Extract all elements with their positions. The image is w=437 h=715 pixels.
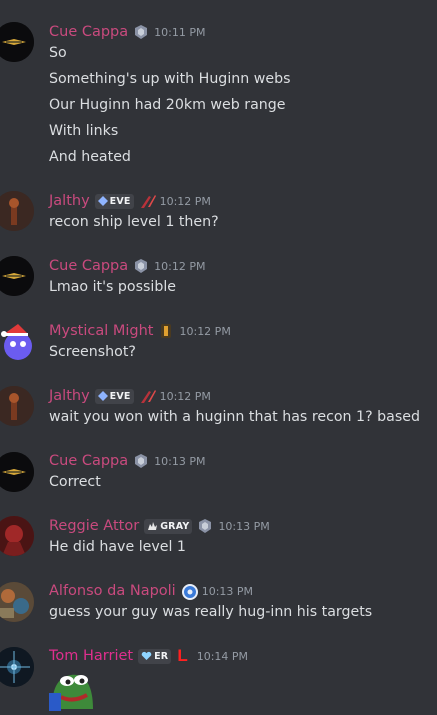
badge-icon: [133, 258, 149, 274]
sticker-image[interactable]: [49, 665, 97, 711]
server-tag[interactable]: EVE: [94, 388, 134, 404]
message-text: recon ship level 1 then?: [49, 214, 219, 230]
username[interactable]: Alfonso da Napoli: [49, 583, 176, 599]
server-tag[interactable]: EVE: [94, 193, 134, 209]
message-text: Our Huginn had 20km web range: [49, 97, 286, 113]
role-letter-icon: L: [177, 646, 188, 665]
diamond-icon: [97, 391, 108, 401]
username[interactable]: Cue Cappa: [49, 453, 128, 469]
server-tag[interactable]: GRAY: [144, 518, 193, 534]
username[interactable]: Reggie Attor: [49, 518, 139, 534]
tag-label: GRAY: [160, 520, 190, 532]
avatar[interactable]: [0, 256, 34, 296]
hand-icon: [148, 522, 158, 530]
timestamp: 10:14 PM: [196, 649, 249, 663]
message-text: Screenshot?: [49, 344, 136, 360]
badge-icon: [133, 453, 149, 469]
avatar[interactable]: [0, 647, 34, 687]
tag-label: ER: [154, 650, 169, 662]
avatar[interactable]: [0, 22, 34, 62]
diamond-icon: [97, 196, 108, 206]
badge-icon: [197, 518, 213, 534]
message-header: Reggie Attor GRAY 10:13 PM: [49, 516, 270, 536]
message-header: Cue Cappa 10:13 PM: [49, 451, 205, 471]
message-text: So: [49, 45, 67, 61]
role-icon: [139, 193, 156, 209]
server-tag[interactable]: ER: [138, 648, 172, 664]
timestamp: 10:12 PM: [179, 324, 231, 338]
timestamp: 10:13 PM: [201, 584, 254, 598]
message-text: wait you won with a huginn that has reco…: [49, 409, 420, 425]
role-icon: [139, 388, 156, 404]
message-text: Lmao it's possible: [49, 279, 177, 295]
message-text: Something's up with Huginn webs: [49, 71, 291, 87]
message-header: Tom Harriet ER L 10:14 PM: [49, 646, 248, 666]
message-text: guess your guy was really hug-inn his ta…: [49, 604, 373, 620]
username[interactable]: Cue Cappa: [49, 24, 128, 40]
avatar[interactable]: [0, 191, 34, 231]
avatar[interactable]: [0, 452, 34, 492]
timestamp: 10:12 PM: [154, 259, 206, 273]
username[interactable]: Cue Cappa: [49, 258, 128, 274]
timestamp: 10:11 PM: [154, 25, 206, 39]
badge-icon: [133, 24, 149, 40]
username[interactable]: Jalthy: [49, 388, 90, 404]
avatar[interactable]: [0, 322, 38, 362]
timestamp: 10:12 PM: [159, 389, 211, 403]
username[interactable]: Jalthy: [49, 193, 90, 209]
message-header: Alfonso da Napoli 10:13 PM: [49, 581, 253, 601]
tag-label: EVE: [109, 195, 131, 207]
message-text: And heated: [49, 149, 131, 165]
message-text: Correct: [49, 474, 101, 490]
timestamp: 10:13 PM: [154, 454, 206, 468]
message-header: Cue Cappa 10:11 PM: [49, 22, 205, 42]
avatar[interactable]: [0, 516, 34, 556]
avatar[interactable]: [0, 582, 34, 622]
tag-label: EVE: [109, 390, 131, 402]
message-header: Jalthy EVE 10:12 PM: [49, 191, 211, 211]
message-header: Cue Cappa 10:12 PM: [49, 256, 205, 276]
message-header: Jalthy EVE 10:12 PM: [49, 386, 211, 406]
message-text: With links: [49, 123, 119, 139]
timestamp: 10:13 PM: [218, 519, 270, 533]
username[interactable]: Mystical Might: [49, 323, 153, 339]
globe-badge-icon: [181, 583, 198, 600]
message-text: He did have level 1: [49, 539, 186, 555]
timestamp: 10:12 PM: [159, 194, 211, 208]
avatar[interactable]: [0, 386, 34, 426]
heart-icon: [141, 651, 152, 660]
message-header: Mystical Might 10:12 PM: [49, 321, 231, 341]
role-icon: [158, 323, 174, 339]
username[interactable]: Tom Harriet: [49, 648, 133, 664]
